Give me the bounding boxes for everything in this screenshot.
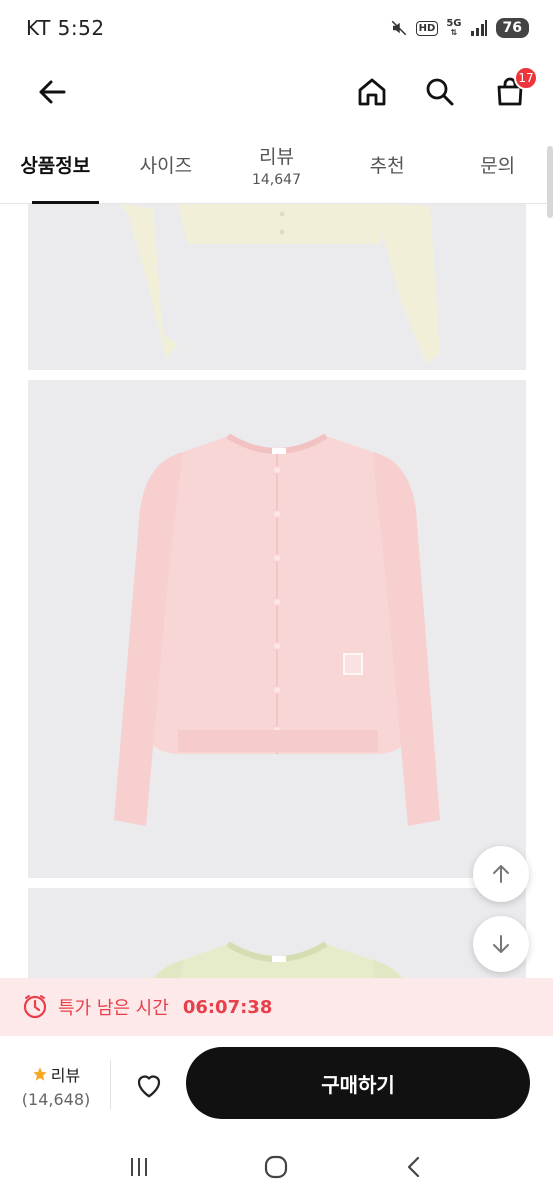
mute-icon xyxy=(390,19,408,37)
arrow-down-icon xyxy=(493,935,509,953)
product-tabs: 상품정보 사이즈 리뷰 14,647 추천 문의 xyxy=(0,126,553,204)
review-count: (14,648) xyxy=(21,1089,91,1109)
home-circle-icon xyxy=(265,1155,288,1179)
status-icons: HD 5G ⇅ 76 xyxy=(390,18,529,38)
tab-product-info[interactable]: 상품정보 xyxy=(0,126,111,204)
recent-apps-icon xyxy=(130,1158,147,1176)
review-label: 리뷰 xyxy=(50,1065,81,1085)
buy-button[interactable]: 구매하기 xyxy=(186,1047,530,1119)
signal-icon xyxy=(470,19,488,37)
battery-icon: 76 xyxy=(495,18,529,38)
home-button[interactable] xyxy=(350,70,394,114)
clock-icon xyxy=(23,995,47,1019)
cream-cardigan-illustration xyxy=(118,204,440,364)
home-system-button[interactable] xyxy=(251,1142,301,1192)
scroll-top-button[interactable] xyxy=(473,846,529,902)
product-image-pink xyxy=(28,380,526,878)
arrow-up-icon xyxy=(493,865,509,883)
heart-icon xyxy=(137,1075,161,1098)
divider xyxy=(110,1060,111,1110)
scroll-bottom-button[interactable] xyxy=(473,916,529,972)
back-button[interactable] xyxy=(30,70,74,114)
cart-button[interactable]: 17 xyxy=(488,66,538,114)
like-button[interactable] xyxy=(126,1062,172,1108)
cart-count-badge: 17 xyxy=(514,66,538,90)
review-summary[interactable]: 리뷰 (14,648) xyxy=(14,1058,98,1112)
tab-recommend[interactable]: 추천 xyxy=(332,126,443,203)
pink-cardigan-illustration xyxy=(114,433,440,826)
bottom-action-bar: 리뷰 (14,648) 구매하기 xyxy=(0,1036,553,1134)
network-5g-icon: 5G ⇅ xyxy=(446,18,462,37)
tab-label: 문의 xyxy=(480,155,516,177)
back-chevron-icon xyxy=(408,1156,420,1178)
hd-icon: HD xyxy=(415,20,439,36)
timer-value: 06:07:38 xyxy=(182,996,273,1018)
tab-label: 상품정보 xyxy=(20,155,91,177)
tab-size[interactable]: 사이즈 xyxy=(111,126,222,203)
tab-review[interactable]: 리뷰 14,647 xyxy=(221,126,332,203)
search-icon xyxy=(426,78,454,106)
back-arrow-icon xyxy=(39,80,66,104)
tab-label: 추천 xyxy=(369,155,405,177)
search-button[interactable] xyxy=(418,70,462,114)
tab-review-count: 14,647 xyxy=(251,171,301,188)
special-offer-timer: 특가 남은 시간 06:07:38 xyxy=(0,978,553,1036)
tab-label: 사이즈 xyxy=(139,155,193,177)
timer-label: 특가 남은 시간 xyxy=(58,998,169,1019)
status-time: KT 5:52 xyxy=(26,16,105,40)
system-navigation-bar xyxy=(0,1134,553,1200)
app-bar: 17 xyxy=(0,56,553,126)
home-icon xyxy=(358,78,386,106)
product-detail-content xyxy=(0,204,553,1034)
product-image-cream xyxy=(28,204,526,370)
tab-label: 리뷰 xyxy=(259,145,294,168)
review-summary-top: 리뷰 xyxy=(32,1062,80,1086)
status-bar: KT 5:52 HD 5G ⇅ 76 xyxy=(0,0,553,56)
back-system-button[interactable] xyxy=(389,1142,439,1192)
star-icon xyxy=(33,1066,47,1081)
recent-apps-button[interactable] xyxy=(114,1142,164,1192)
tab-inquiry[interactable]: 문의 xyxy=(442,126,553,203)
